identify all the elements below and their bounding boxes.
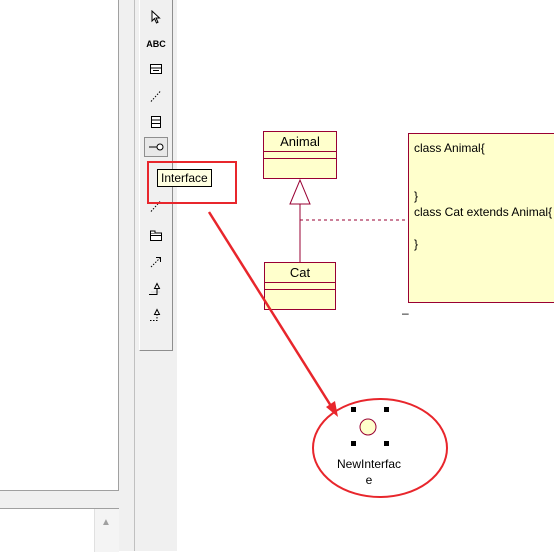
new-interface-label-line1: NewInterfac [336,457,402,471]
generalization-arrowhead [289,178,311,205]
selection-handle[interactable] [351,407,356,412]
interface-tooltip: Interface [157,169,212,187]
annotation-arrow-line [207,211,333,407]
new-interface-label[interactable]: NewInterfac e [324,456,414,488]
interface-circle-icon[interactable] [359,418,377,436]
new-interface-label-line2: e [365,473,373,487]
diagram-overlay [207,178,448,498]
selection-handle[interactable] [384,407,389,412]
selection-handle[interactable] [384,441,389,446]
selection-handle[interactable] [351,441,356,446]
